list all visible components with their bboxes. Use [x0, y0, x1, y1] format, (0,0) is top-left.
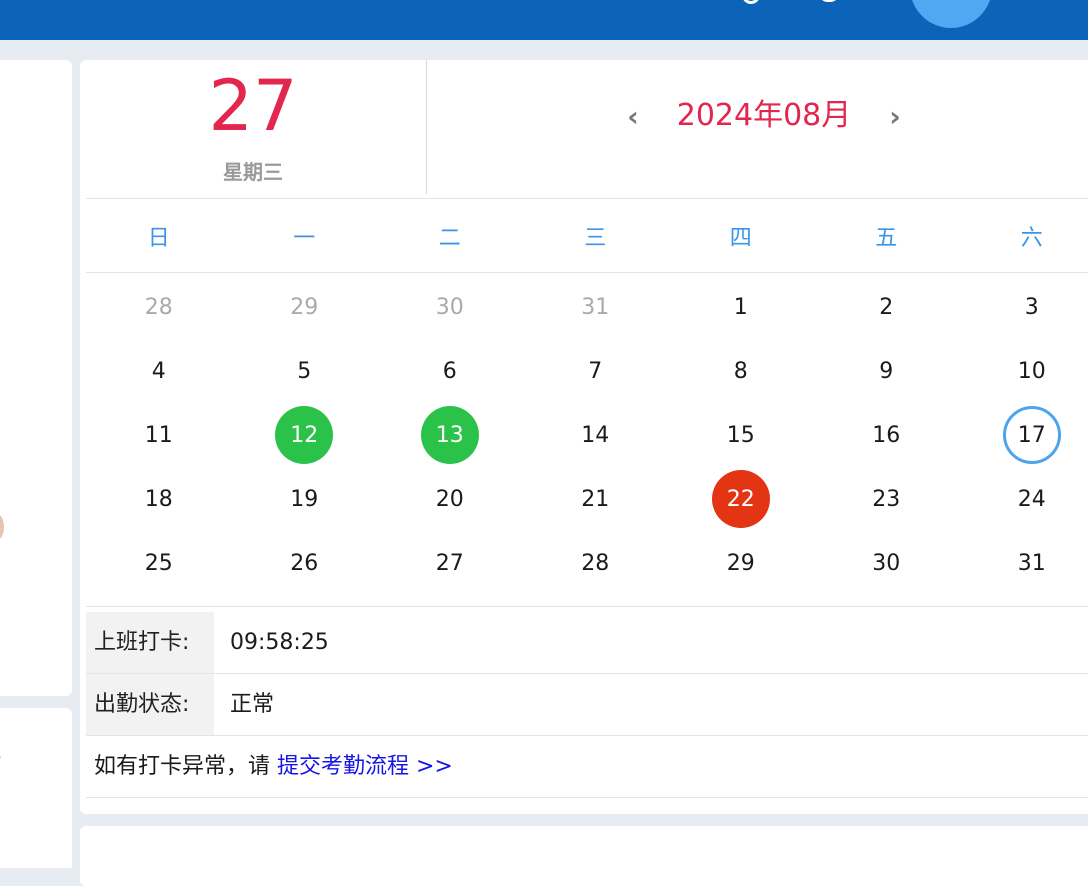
- calendar-day[interactable]: 19: [232, 467, 378, 531]
- status-row: 出勤状态: 正常: [86, 674, 1088, 736]
- exception-note: 如有打卡异常，请 提交考勤流程 >>: [86, 736, 1088, 798]
- calendar-day[interactable]: 2: [814, 275, 960, 339]
- calendar-day[interactable]: 15: [668, 403, 814, 467]
- today-weekday: 星期三: [223, 160, 283, 184]
- status-label: 出勤状态:: [86, 674, 214, 735]
- divider: [86, 198, 1088, 199]
- calendar-day[interactable]: 16: [814, 403, 960, 467]
- calendar-day[interactable]: 6: [377, 339, 523, 403]
- calendar-day[interactable]: 9: [814, 339, 960, 403]
- calendar-day-marked-green[interactable]: 12: [232, 403, 378, 467]
- next-month-button[interactable]: ›: [880, 100, 910, 134]
- calendar-day[interactable]: 28: [523, 531, 669, 595]
- month-title: 2024年08月: [676, 98, 852, 133]
- calendar-day[interactable]: 8: [668, 339, 814, 403]
- calendar-day[interactable]: 26: [232, 531, 378, 595]
- calendar-day[interactable]: 23: [814, 467, 960, 531]
- calendar-day[interactable]: 11: [86, 403, 232, 467]
- status-value: 正常: [230, 692, 275, 717]
- calendar-day-marked-red[interactable]: 22: [668, 467, 814, 531]
- calendar-day-marked-ring[interactable]: 17: [959, 403, 1088, 467]
- chevron-left-icon: ‹: [627, 100, 639, 133]
- divider: [86, 272, 1088, 273]
- header-divider: [426, 60, 427, 194]
- weekday-header: 日 一 二 三 四 五 六: [86, 224, 1088, 254]
- calendar-day[interactable]: 28: [86, 275, 232, 339]
- submit-attendance-link[interactable]: 提交考勤流程 >>: [277, 754, 453, 779]
- calendar-day[interactable]: 3: [959, 275, 1088, 339]
- calendar-week: 18 19 20 21 22 23 24: [86, 467, 1088, 531]
- weekday-sat: 六: [1020, 226, 1043, 251]
- weekday-tue: 二: [438, 226, 461, 251]
- calendar-grid: 28 29 30 31 1 2 3 4 5 6 7 8 9 10 11 12 1…: [86, 275, 1088, 595]
- calendar-day[interactable]: 31: [959, 531, 1088, 595]
- calendar-day[interactable]: 27: [377, 531, 523, 595]
- chevron-right-icon: ›: [889, 100, 901, 133]
- calendar-day[interactable]: 14: [523, 403, 669, 467]
- calendar-day[interactable]: 7: [523, 339, 669, 403]
- calendar-day[interactable]: 30: [814, 531, 960, 595]
- clock-in-row: 上班打卡: 09:58:25: [86, 612, 1088, 674]
- clock-in-label: 上班打卡:: [86, 612, 214, 673]
- left-panel: [0, 60, 72, 696]
- calendar-week: 25 26 27 28 29 30 31: [86, 531, 1088, 595]
- prev-month-button[interactable]: ‹: [618, 100, 648, 134]
- clock-in-time: 09:58:25: [230, 630, 329, 655]
- left-panel-lower: [0, 708, 72, 868]
- today-day-number: 27: [208, 65, 298, 147]
- weekday-fri: 五: [875, 226, 898, 251]
- notification-icon[interactable]: [818, 0, 840, 2]
- calendar-day[interactable]: 21: [523, 467, 669, 531]
- avatar[interactable]: [910, 0, 992, 28]
- calendar-day[interactable]: 30: [377, 275, 523, 339]
- weekday-thu: 四: [729, 226, 752, 251]
- calendar-week: 4 5 6 7 8 9 10: [86, 339, 1088, 403]
- weekday-wed: 三: [584, 226, 607, 251]
- calendar-day[interactable]: 1: [668, 275, 814, 339]
- calendar-day[interactable]: 5: [232, 339, 378, 403]
- exception-note-text: 如有打卡异常，请: [94, 754, 277, 779]
- calendar-day[interactable]: 4: [86, 339, 232, 403]
- calendar-day[interactable]: 20: [377, 467, 523, 531]
- weekday-mon: 一: [293, 226, 316, 251]
- weekday-sun: 日: [147, 226, 170, 251]
- user-icon[interactable]: [742, 0, 760, 4]
- calendar-week: 28 29 30 31 1 2 3: [86, 275, 1088, 339]
- calendar-day[interactable]: 29: [232, 275, 378, 339]
- calendar-day[interactable]: 24: [959, 467, 1088, 531]
- calendar-week: 11 12 13 14 15 16 17: [86, 403, 1088, 467]
- chevron-right-icon[interactable]: ›: [0, 747, 2, 767]
- attendance-info: 上班打卡: 09:58:25 出勤状态: 正常 如有打卡异常，请 提交考勤流程 …: [86, 612, 1088, 798]
- calendar-day[interactable]: 10: [959, 339, 1088, 403]
- next-card: [80, 826, 1088, 886]
- divider: [86, 606, 1088, 607]
- top-bar: [0, 0, 1088, 40]
- calendar-day[interactable]: 25: [86, 531, 232, 595]
- calendar-day[interactable]: 18: [86, 467, 232, 531]
- calendar-day[interactable]: 29: [668, 531, 814, 595]
- calendar-day-marked-green[interactable]: 13: [377, 403, 523, 467]
- calendar-day[interactable]: 31: [523, 275, 669, 339]
